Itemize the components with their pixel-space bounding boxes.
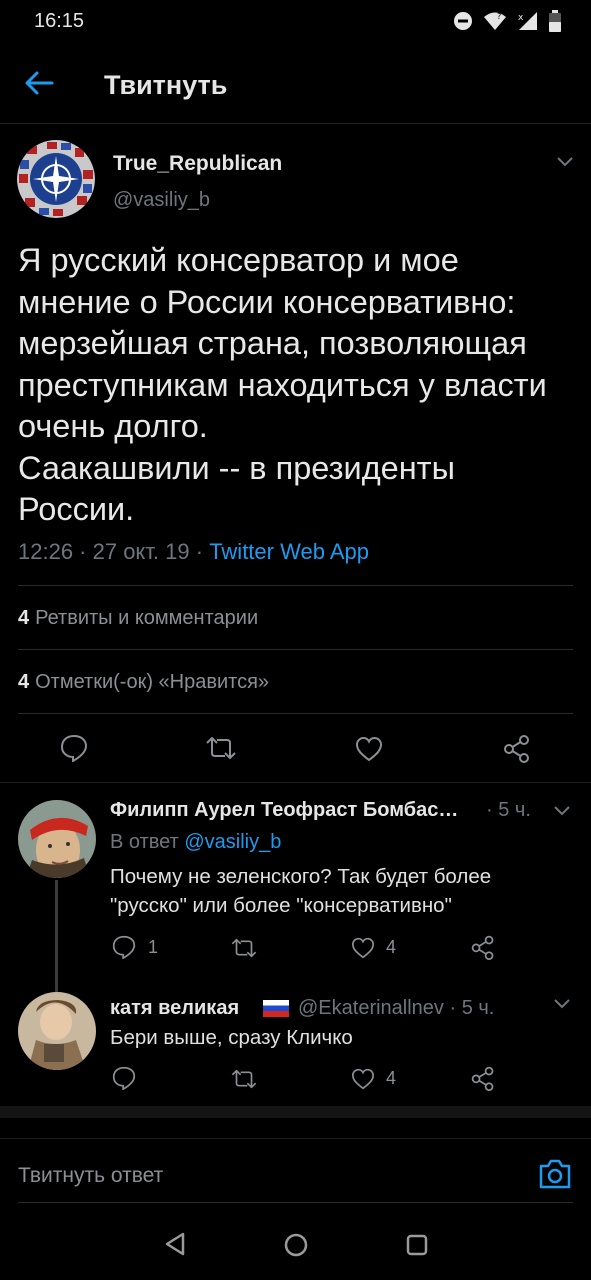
tweet-text: Я русский консерватор и мое мнение о Рос… (18, 242, 547, 527)
retweet-icon[interactable] (203, 735, 239, 761)
reply-like-count: 4 (386, 937, 397, 957)
reply-time: · 5 ч. (443, 997, 495, 1019)
reply-avatar[interactable] (18, 992, 96, 1070)
reply-comment-count: 1 (148, 937, 159, 957)
svg-text:x: x (518, 13, 524, 23)
reply-avatar[interactable] (18, 800, 96, 878)
retweet-icon[interactable] (229, 937, 259, 959)
retweets-label: Ретвиты и комментарии (35, 607, 259, 629)
likes-label: Отметки(-ок) «Нравится» (35, 671, 270, 693)
heart-icon[interactable] (355, 736, 383, 762)
divider (18, 649, 573, 650)
heart-icon[interactable] (351, 937, 375, 959)
page-title: Твитнуть (104, 70, 228, 100)
signal-icon: x (518, 12, 537, 30)
battery-icon (549, 10, 561, 32)
author-handle[interactable]: @vasiliy_b (113, 189, 210, 212)
tweet-timestamp: 12:26 · 27 окт. 19 · (18, 539, 210, 564)
reply-time: · 5 ч. (486, 799, 531, 821)
svg-text:?: ? (497, 12, 501, 21)
divider (18, 713, 573, 714)
nav-home-icon[interactable] (284, 1233, 308, 1257)
tweet-source-link[interactable]: Twitter Web App (209, 539, 369, 564)
share-icon[interactable] (502, 733, 532, 763)
author-name[interactable]: True_Republican (113, 152, 282, 176)
wifi-icon: ? (484, 12, 506, 30)
likes-stat[interactable]: 4 Отметки(-ок) «Нравится» (18, 671, 269, 694)
app-header: Твитнуть (0, 48, 591, 124)
divider (0, 782, 591, 783)
reply-to-prefix: В ответ (110, 831, 185, 853)
reply-handle-line: @Ekaterinallnev · 5 ч. (298, 997, 494, 1020)
share-icon[interactable] (470, 1065, 496, 1091)
retweets-count: 4 (18, 607, 30, 629)
nav-back-icon[interactable] (164, 1232, 186, 1256)
heart-icon[interactable] (351, 1068, 375, 1090)
back-arrow-icon[interactable] (24, 70, 54, 96)
reply-like-count: 4 (386, 1068, 397, 1088)
reply-to-handle[interactable]: @vasiliy_b (184, 831, 281, 853)
reply-text: Почему не зеленского? Так будет более "р… (110, 865, 492, 917)
retweet-icon[interactable] (229, 1068, 259, 1090)
chevron-down-icon[interactable] (556, 156, 574, 168)
reply-author-name[interactable]: катя великая (110, 997, 239, 1020)
reply-author-handle[interactable]: @Ekaterinallnev (298, 997, 444, 1019)
author-avatar[interactable] (17, 140, 95, 218)
reply-icon[interactable] (112, 935, 136, 959)
reply-icon[interactable] (112, 1066, 136, 1090)
thread-line (55, 880, 58, 992)
portrait-avatar-image (18, 992, 96, 1070)
do-not-disturb-icon (454, 12, 472, 30)
tweet-meta: 12:26 · 27 окт. 19 · Twitter Web App (18, 539, 369, 565)
divider (18, 1202, 573, 1203)
portrait-avatar-image (18, 800, 96, 878)
chevron-down-icon[interactable] (553, 805, 571, 817)
divider (0, 1138, 591, 1139)
russia-flag-icon (263, 1000, 289, 1017)
reply-text: Бери выше, сразу Кличко (110, 1026, 353, 1049)
likes-count: 4 (18, 671, 30, 693)
reply-icon[interactable] (60, 734, 88, 762)
share-icon[interactable] (470, 934, 496, 960)
reply-author-name[interactable]: Филипп Аурел Теофраст Бомбас… (110, 799, 458, 822)
compose-reply-input[interactable]: Твитнуть ответ (18, 1164, 163, 1188)
section-separator (0, 1106, 591, 1118)
camera-icon[interactable] (538, 1158, 572, 1190)
retweets-stat[interactable]: 4 Ретвиты и комментарии (18, 607, 258, 630)
nato-logo-icon (17, 140, 95, 218)
status-time: 16:15 (34, 10, 85, 32)
reply-to-line: В ответ @vasiliy_b (110, 831, 281, 854)
nav-recents-icon[interactable] (406, 1234, 428, 1256)
chevron-down-icon[interactable] (553, 998, 571, 1010)
divider (18, 585, 573, 586)
status-icons: ? x (453, 10, 561, 32)
